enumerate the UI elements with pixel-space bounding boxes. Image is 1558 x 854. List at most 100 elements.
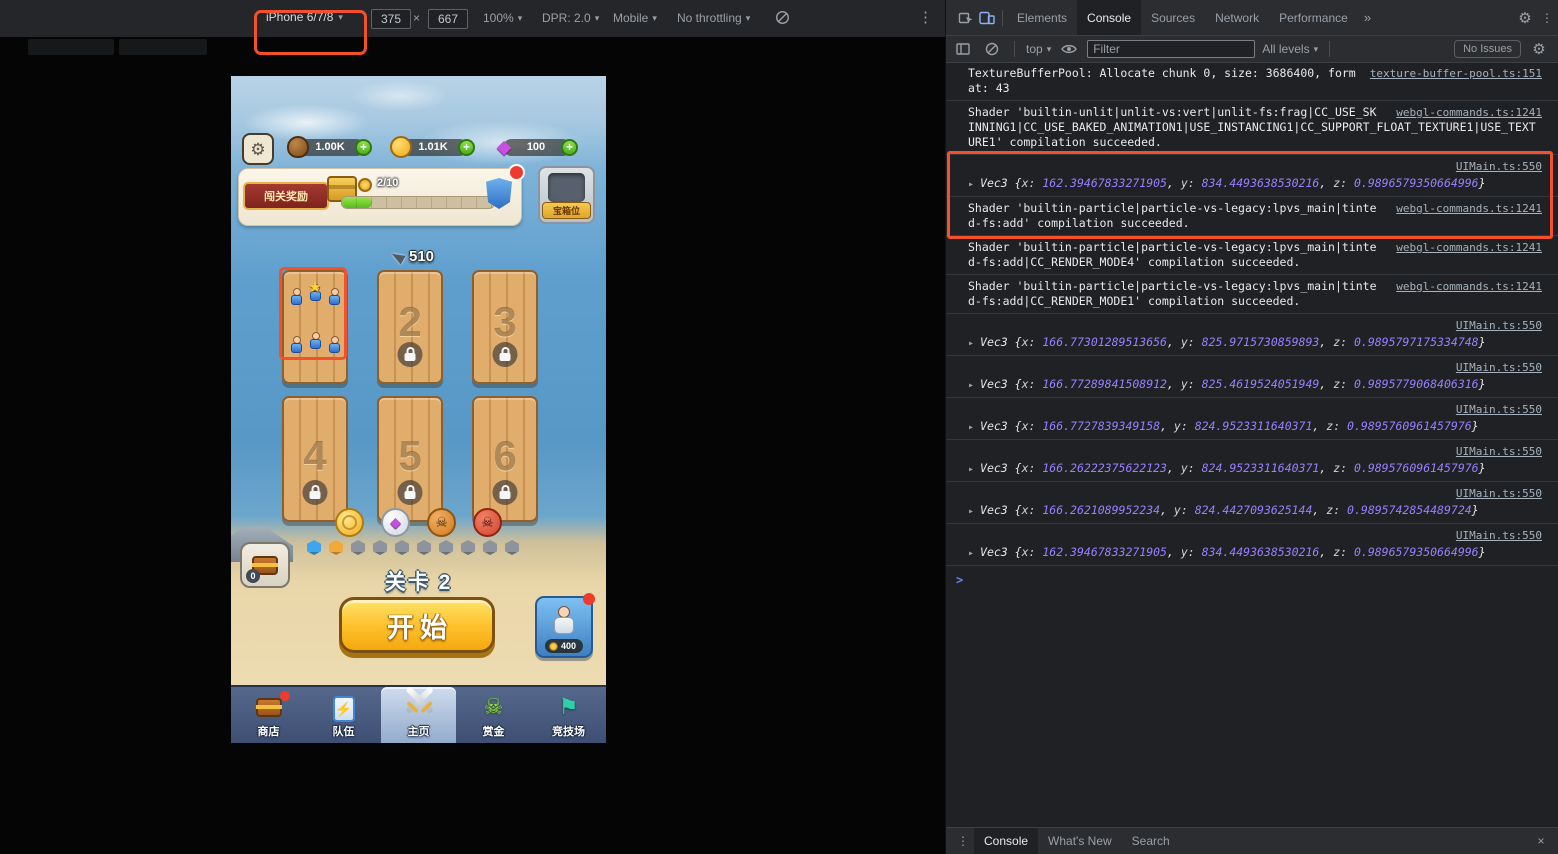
web-page-background: ⚙ 1.00K +1.01K + ◆ 100 + 闯关奖励 2/10 宝箱位 5… bbox=[0, 37, 945, 854]
nav-label: 竞技场 bbox=[552, 726, 585, 738]
tab-console[interactable]: Console bbox=[1077, 0, 1142, 35]
console-prompt[interactable]: > bbox=[946, 566, 1558, 592]
dropdown-caret-icon: ▾ bbox=[338, 11, 343, 22]
device-width-input[interactable] bbox=[371, 9, 411, 29]
more-tabs-icon[interactable]: » bbox=[1358, 10, 1377, 25]
devtools-menu-icon[interactable]: ⋮ bbox=[1536, 7, 1558, 29]
console-message-text: Shader 'builtin-particle|particle-vs-leg… bbox=[968, 201, 1377, 230]
expand-triangle-icon[interactable]: ▸ bbox=[968, 548, 974, 559]
dpr-selector[interactable]: DPR: 2.0 ▾ bbox=[542, 11, 599, 25]
no-issues-status[interactable]: No Issues bbox=[1454, 40, 1521, 58]
medal-row: ◆ ☠ ☠ bbox=[231, 508, 606, 537]
tab-network[interactable]: Network bbox=[1205, 0, 1269, 35]
platform-1[interactable]: ★ bbox=[282, 270, 348, 384]
source-link[interactable]: webgl-commands.ts:1241 bbox=[1396, 279, 1542, 294]
gem-medal-icon: ◆ bbox=[381, 508, 410, 537]
drawer-tab-console[interactable]: Console bbox=[974, 828, 1039, 854]
tab-sources[interactable]: Sources bbox=[1141, 0, 1205, 35]
drawer-close-icon[interactable]: × bbox=[1530, 830, 1552, 852]
progress-dot-gray bbox=[505, 540, 519, 555]
source-link[interactable]: texture-buffer-pool.ts:151 bbox=[1370, 66, 1542, 81]
console-log[interactable]: texture-buffer-pool.ts:151 TextureBufferP… bbox=[946, 62, 1558, 828]
expand-triangle-icon[interactable]: ▸ bbox=[968, 380, 974, 391]
device-type-selector[interactable]: Mobile ▾ bbox=[613, 11, 657, 25]
source-link[interactable]: UIMain.ts:550 bbox=[968, 444, 1542, 459]
log-level-selector[interactable]: All levels ▾ bbox=[1262, 42, 1318, 56]
add-gem-button[interactable]: + bbox=[561, 138, 578, 156]
source-link[interactable]: UIMain.ts:550 bbox=[968, 402, 1542, 417]
expand-triangle-icon[interactable]: ▸ bbox=[968, 179, 974, 190]
console-context-selector[interactable]: top ▾ bbox=[1026, 42, 1051, 56]
devtools-drawer-bar: ⋮ Console What's New Search × bbox=[946, 827, 1558, 854]
console-filter-input[interactable] bbox=[1087, 40, 1256, 58]
lock-icon bbox=[302, 480, 328, 505]
console-sidebar-icon[interactable] bbox=[952, 38, 974, 60]
source-link[interactable]: UIMain.ts:550 bbox=[968, 360, 1542, 375]
source-link[interactable]: webgl-commands.ts:1241 bbox=[1396, 201, 1542, 216]
drawer-tab-what-s-new[interactable]: What's New bbox=[1038, 828, 1122, 854]
zoom-selector[interactable]: 100% ▾ bbox=[483, 11, 522, 25]
platform-6[interactable]: 6 bbox=[472, 396, 538, 522]
add-coin-button[interactable]: + bbox=[458, 138, 475, 156]
source-link[interactable]: UIMain.ts:550 bbox=[968, 486, 1542, 501]
devtools-tabs: Elements Console Sources Network Performance bbox=[1007, 0, 1358, 35]
lock-icon bbox=[492, 342, 518, 367]
nav-item-arena-flag[interactable]: ⚑ 竞技场 bbox=[531, 687, 606, 743]
device-selector[interactable]: iPhone 6/7/8 ▾ bbox=[266, 10, 343, 24]
drawer-tab-search[interactable]: Search bbox=[1122, 828, 1180, 854]
source-link[interactable]: UIMain.ts:550 bbox=[968, 318, 1542, 333]
device-toolbar-toggle-icon[interactable] bbox=[976, 7, 998, 29]
start-button[interactable]: 开始 bbox=[339, 597, 495, 653]
clear-console-icon[interactable] bbox=[981, 38, 1003, 60]
expand-triangle-icon[interactable]: ▸ bbox=[968, 464, 974, 475]
platform-3[interactable]: 3 bbox=[472, 270, 538, 384]
card-price: 400 bbox=[544, 639, 584, 653]
expand-triangle-icon[interactable]: ▸ bbox=[968, 506, 974, 517]
browser-content-pane: iPhone 6/7/8 ▾ × 100%▾ DPR: 2.0▾ Mobile▾… bbox=[0, 0, 945, 854]
platform-2[interactable]: 2 bbox=[377, 270, 443, 384]
game-viewport[interactable]: ⚙ 1.00K +1.01K + ◆ 100 + 闯关奖励 2/10 宝箱位 5… bbox=[231, 76, 606, 743]
card-pack-button[interactable]: 400 bbox=[535, 593, 595, 658]
console-log-entries: texture-buffer-pool.ts:151 TextureBufferP… bbox=[946, 62, 1558, 566]
console-message-text: ▸ Vec3 {x: 162.39467833271905, y: 834.449… bbox=[968, 545, 1486, 559]
inspect-icon[interactable] bbox=[954, 7, 976, 29]
expand-triangle-icon[interactable]: ▸ bbox=[968, 338, 974, 349]
devtools-tab-bar: Elements Console Sources Network Performance… bbox=[946, 0, 1558, 36]
throttling-selector[interactable]: No throttling ▾ bbox=[677, 11, 750, 25]
console-message: texture-buffer-pool.ts:151 TextureBufferP… bbox=[946, 62, 1558, 101]
nav-item-shop-chest[interactable]: 商店 bbox=[231, 687, 306, 743]
tab-elements[interactable]: Elements bbox=[1007, 0, 1077, 35]
platform-5[interactable]: 5 bbox=[377, 396, 443, 522]
nav-label: 队伍 bbox=[332, 726, 355, 738]
bottom-nav: 商店 ⚡ 队伍 主页 ☠ 赏金 ⚑ 竞技场 bbox=[231, 685, 606, 743]
drawer-menu-icon[interactable]: ⋮ bbox=[952, 830, 974, 852]
expand-triangle-icon[interactable]: ▸ bbox=[968, 422, 974, 433]
console-message: UIMain.ts:550 ▸ Vec3 {x: 166.2622237562212… bbox=[946, 440, 1558, 482]
add-wood-button[interactable]: + bbox=[355, 138, 372, 156]
platform-4[interactable]: 4 bbox=[282, 396, 348, 522]
toolbar-more-options-icon[interactable]: ⋮ bbox=[918, 8, 933, 26]
nav-label: 主页 bbox=[407, 726, 430, 738]
tab-performance[interactable]: Performance bbox=[1269, 0, 1358, 35]
console-message-text: Shader 'builtin-particle|particle-vs-leg… bbox=[968, 279, 1377, 308]
console-prompt-icon: > bbox=[956, 573, 964, 587]
nav-item-team-card[interactable]: ⚡ 队伍 bbox=[306, 687, 381, 743]
nav-item-bounty-skull[interactable]: ☠ 赏金 bbox=[456, 687, 531, 743]
source-link[interactable]: UIMain.ts:550 bbox=[968, 159, 1542, 174]
block-icon[interactable] bbox=[775, 10, 790, 28]
live-expression-eye-icon[interactable] bbox=[1058, 38, 1080, 60]
skull-red-medal-icon: ☠ bbox=[473, 508, 502, 537]
source-link[interactable]: UIMain.ts:550 bbox=[968, 528, 1542, 543]
bounty-skull-icon: ☠ bbox=[483, 694, 504, 719]
console-message: UIMain.ts:550 ▸ Vec3 {x: 162.3946783327190… bbox=[946, 524, 1558, 566]
settings-gear-icon[interactable]: ⚙ bbox=[1514, 7, 1536, 29]
console-message: UIMain.ts:550 ▸ Vec3 {x: 166.2621089952234… bbox=[946, 482, 1558, 524]
console-settings-icon[interactable]: ⚙ bbox=[1528, 38, 1550, 60]
object-preview: Vec3 {x: 166.26222375622123, y: 824.9523… bbox=[980, 461, 1486, 475]
source-link[interactable]: webgl-commands.ts:1241 bbox=[1396, 240, 1542, 255]
nav-item-home-swords[interactable]: 主页 bbox=[381, 685, 456, 743]
toolbar-divider bbox=[1002, 9, 1003, 26]
device-height-input[interactable] bbox=[428, 9, 468, 29]
source-link[interactable]: webgl-commands.ts:1241 bbox=[1396, 105, 1542, 120]
dropdown-caret-icon: ▾ bbox=[1046, 43, 1052, 54]
